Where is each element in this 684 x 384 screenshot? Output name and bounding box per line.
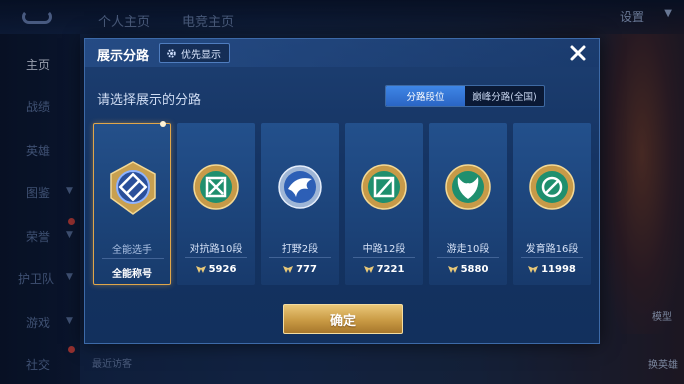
lane-card-score: 5880 [429, 264, 507, 275]
rank-points-icon [528, 266, 539, 273]
lane-card-score-value: 11998 [541, 264, 576, 275]
rank-type-toggle: 分路段位 巅峰分路(全国) [385, 85, 545, 107]
lane-card-clash-lane[interactable]: 对抗路10段 5926 [177, 123, 255, 285]
display-lane-dialog: 展示分路 优先显示 请选择展示的分路 分路段位 巅峰分路(全国) 全能选手 全能… [84, 38, 600, 344]
all-round-emblem-icon [110, 161, 156, 215]
priority-display-button[interactable]: 优先显示 [159, 43, 230, 63]
lane-card-score-value: 7221 [376, 264, 405, 275]
clash-lane-emblem-icon [193, 164, 239, 210]
close-icon [570, 45, 586, 61]
lane-card-farm-lane[interactable]: 发育路16段 11998 [513, 123, 591, 285]
jungle-emblem-icon [278, 165, 322, 209]
lane-card-score: 777 [261, 264, 339, 275]
lane-card-name: 全能选手 [112, 245, 152, 256]
gear-icon [167, 48, 176, 58]
dialog-subtitle: 请选择展示的分路 [97, 93, 202, 108]
dialog-title: 展示分路 [97, 49, 150, 64]
rank-points-icon [283, 266, 294, 273]
lane-card-score: 5926 [177, 264, 255, 275]
divider [521, 257, 583, 258]
rank-points-icon [363, 266, 374, 273]
tab-lane-rank[interactable]: 分路段位 [386, 86, 465, 106]
farm-lane-emblem-icon [529, 164, 575, 210]
divider [102, 258, 164, 259]
lane-card-score-value: 5880 [460, 264, 489, 275]
lane-card-title: 全能称号 [112, 269, 152, 280]
lane-card-roam[interactable]: 游走10段 5880 [429, 123, 507, 285]
tab-peak-lane-national[interactable]: 巅峰分路(全国) [465, 86, 544, 106]
divider [269, 257, 331, 258]
divider [185, 257, 247, 258]
lane-card-name: 对抗路10段 [189, 244, 243, 255]
divider [437, 257, 499, 258]
lane-card-jungle[interactable]: 打野2段 777 [261, 123, 339, 285]
priority-display-label: 优先显示 [181, 49, 221, 61]
selected-corner-marker [160, 121, 166, 127]
lane-card-score: 7221 [345, 264, 423, 275]
lane-card-name: 打野2段 [281, 244, 319, 255]
lane-card-name: 游走10段 [446, 244, 490, 255]
lane-card-name: 中路12段 [362, 244, 406, 255]
lane-card-score-value: 777 [296, 264, 317, 275]
mid-lane-emblem-icon [361, 164, 407, 210]
close-button[interactable] [567, 42, 589, 64]
rank-points-icon [447, 266, 458, 273]
divider [353, 257, 415, 258]
lane-card-name: 发育路16段 [525, 244, 579, 255]
rank-points-icon [195, 266, 206, 273]
confirm-button[interactable]: 确定 [283, 304, 403, 334]
lane-card-mid-lane[interactable]: 中路12段 7221 [345, 123, 423, 285]
lane-card-score-value: 5926 [208, 264, 237, 275]
lane-card-score: 11998 [513, 264, 591, 275]
roam-emblem-icon [445, 164, 491, 210]
lane-card-all-round[interactable]: 全能选手 全能称号 [93, 121, 171, 285]
lane-card-list: 全能选手 全能称号 对抗路10段 5926 打野2段 777 中路12段 722… [93, 121, 593, 285]
